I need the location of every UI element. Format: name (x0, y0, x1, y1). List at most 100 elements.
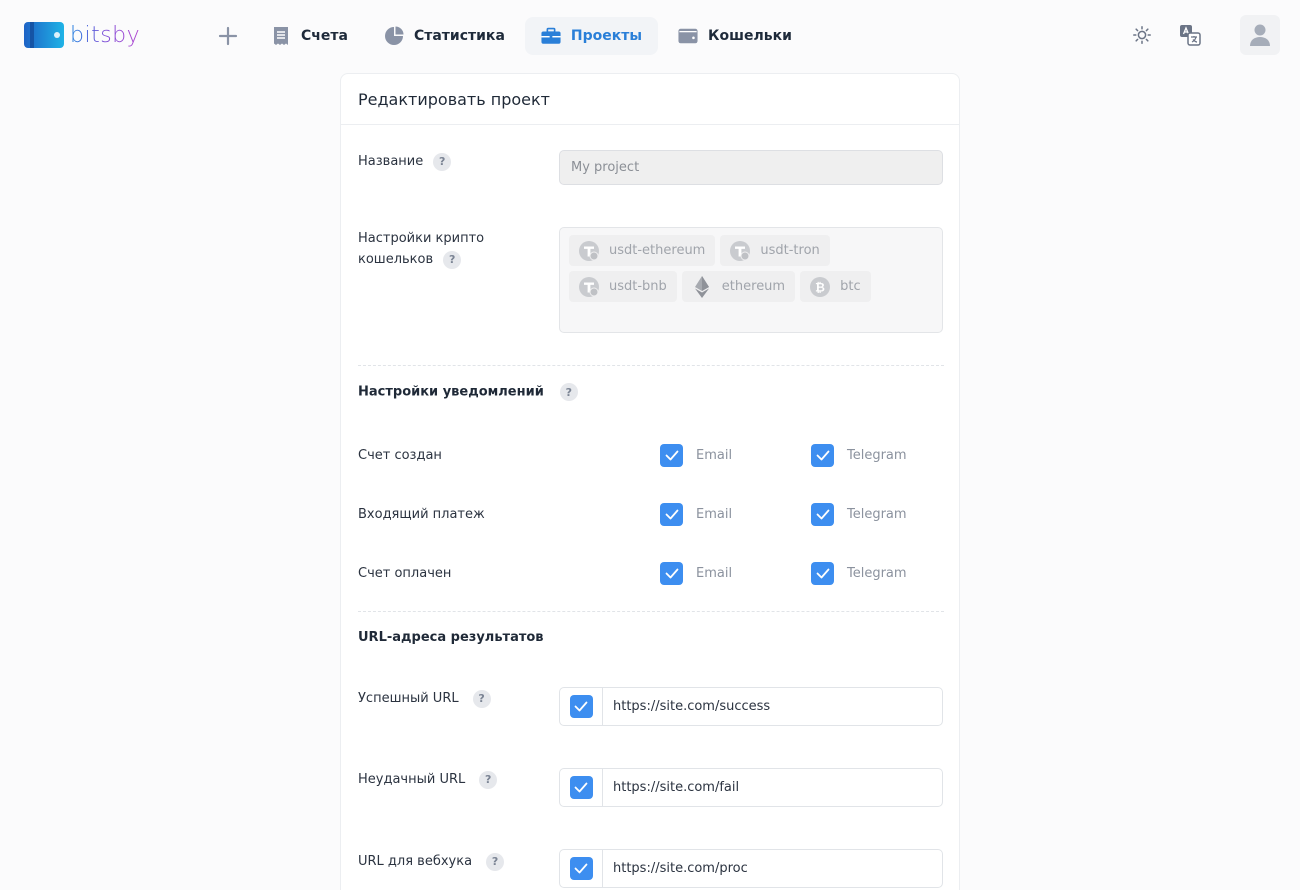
url-checkbox[interactable] (569, 695, 593, 718)
nav-item-label: Статистика (413, 28, 505, 44)
notif-telegram-option[interactable]: Telegram (811, 444, 907, 467)
check-icon (665, 450, 678, 461)
success-url-field: https://site.com/success (559, 687, 943, 726)
language-button[interactable] (1170, 15, 1210, 55)
telegram-label: Telegram (847, 566, 907, 581)
notif-row-label: Счет оплачен (358, 566, 452, 581)
nav-item-wallets[interactable]: Кошельки (662, 17, 808, 55)
url-checkbox[interactable] (569, 776, 593, 799)
chip-usdt-tron[interactable]: usdt-tron (720, 235, 830, 266)
email-label: Email (696, 507, 733, 522)
check-icon (816, 509, 829, 520)
notif-row-label: Входящий платеж (358, 507, 485, 522)
url-label-row: Успешный URL? (358, 688, 491, 709)
user-icon (1250, 24, 1270, 46)
nav-item-invoices[interactable]: Счета (255, 17, 364, 55)
chip-label: btc (840, 279, 861, 294)
chip-ethereum[interactable]: ethereum (681, 271, 796, 302)
receipt-icon (271, 26, 291, 46)
email-label: Email (696, 448, 733, 463)
help-icon[interactable]: ? (559, 383, 578, 401)
notif-row-label: Счет создан (358, 448, 442, 463)
success-url-input[interactable]: https://site.com/success (603, 699, 770, 714)
url-checkbox[interactable] (569, 857, 593, 880)
edit-project-card: Редактировать проект Название? My projec… (340, 73, 960, 890)
crypto-label: Настройки крипто кошельков? (358, 228, 484, 270)
section-divider (358, 611, 944, 612)
telegram-label: Telegram (847, 448, 907, 463)
ethereum-icon (691, 275, 713, 298)
nav-item-label: Кошельки (708, 28, 792, 44)
url-label: Успешный URL (358, 691, 459, 706)
briefcase-icon (541, 26, 561, 46)
nav-item-projects[interactable]: Проекты (524, 17, 659, 55)
success-url-toggle[interactable] (560, 688, 603, 725)
chip-btc[interactable]: ₿ btc (800, 271, 871, 302)
wallet-icon (678, 26, 698, 46)
tether-icon (578, 276, 600, 298)
nav-item-statistics[interactable]: Статистика (368, 17, 521, 55)
telegram-label: Telegram (847, 507, 907, 522)
email-checkbox[interactable] (660, 503, 683, 526)
sun-icon (1133, 26, 1151, 44)
check-icon (665, 509, 678, 520)
webhook-url-toggle[interactable] (560, 850, 603, 887)
check-icon (574, 863, 588, 874)
chip-label: ethereum (721, 279, 786, 294)
card-title: Редактировать проект (341, 74, 959, 125)
url-label-row: URL для вебхука? (358, 851, 505, 872)
check-icon (816, 568, 829, 579)
help-icon[interactable]: ? (479, 770, 498, 789)
bitcoin-icon: ₿ (809, 276, 831, 298)
fail-url-field: https://site.com/fail (559, 768, 943, 807)
notif-email-option[interactable]: Email (660, 562, 732, 585)
nav-item-label: Счета (301, 28, 348, 44)
chip-usdt-ethereum[interactable]: usdt-ethereum (569, 235, 716, 266)
logo-wallet-icon (24, 22, 64, 48)
url-label: URL для вебхука (358, 854, 473, 869)
name-label-row: Название? (358, 151, 452, 172)
email-label: Email (696, 566, 733, 581)
tether-icon (578, 240, 600, 262)
chip-label: usdt-tron (760, 243, 820, 258)
check-icon (816, 450, 829, 461)
url-label-row: Неудачный URL? (358, 769, 498, 790)
add-button[interactable] (205, 17, 251, 55)
telegram-checkbox[interactable] (811, 503, 834, 526)
help-icon[interactable]: ? (472, 689, 491, 708)
theme-toggle-button[interactable] (1122, 15, 1162, 55)
help-icon[interactable]: ? (486, 852, 505, 871)
user-avatar[interactable] (1240, 15, 1280, 55)
email-checkbox[interactable] (660, 562, 683, 585)
help-icon[interactable]: ? (443, 250, 462, 269)
section-divider (358, 365, 944, 366)
plus-icon (218, 26, 238, 46)
notif-email-option[interactable]: Email (660, 503, 732, 526)
telegram-checkbox[interactable] (811, 562, 834, 585)
logo[interactable]: bitsby (24, 22, 140, 48)
help-icon[interactable]: ? (433, 152, 452, 171)
telegram-checkbox[interactable] (811, 444, 834, 467)
chip-usdt-bnb[interactable]: usdt-bnb (569, 271, 677, 302)
notif-telegram-option[interactable]: Telegram (811, 503, 907, 526)
pie-chart-icon (384, 26, 404, 46)
fail-url-input[interactable]: https://site.com/fail (603, 780, 739, 795)
chip-label: usdt-bnb (609, 279, 667, 294)
notif-telegram-option[interactable]: Telegram (811, 562, 907, 585)
notif-email-option[interactable]: Email (660, 444, 732, 467)
notifications-title: Настройки уведомлений (358, 384, 544, 400)
crypto-label-line: кошельков (358, 252, 434, 267)
urls-title: URL-адреса результатов (358, 630, 544, 645)
svg-text:₿: ₿ (815, 280, 825, 294)
logo-text: bitsby (70, 22, 141, 48)
tether-icon (729, 240, 751, 262)
translate-icon (1180, 25, 1201, 46)
check-icon (574, 782, 588, 793)
project-name-input[interactable]: My project (559, 150, 943, 185)
webhook-url-input[interactable]: https://site.com/proc (603, 861, 748, 876)
check-icon (665, 568, 678, 579)
email-checkbox[interactable] (660, 444, 683, 467)
top-header: bitsby Счета Статистика Проекты Кошельки (0, 0, 1300, 70)
fail-url-toggle[interactable] (560, 769, 603, 806)
main-nav: Счета Статистика Проекты Кошельки (205, 17, 808, 55)
